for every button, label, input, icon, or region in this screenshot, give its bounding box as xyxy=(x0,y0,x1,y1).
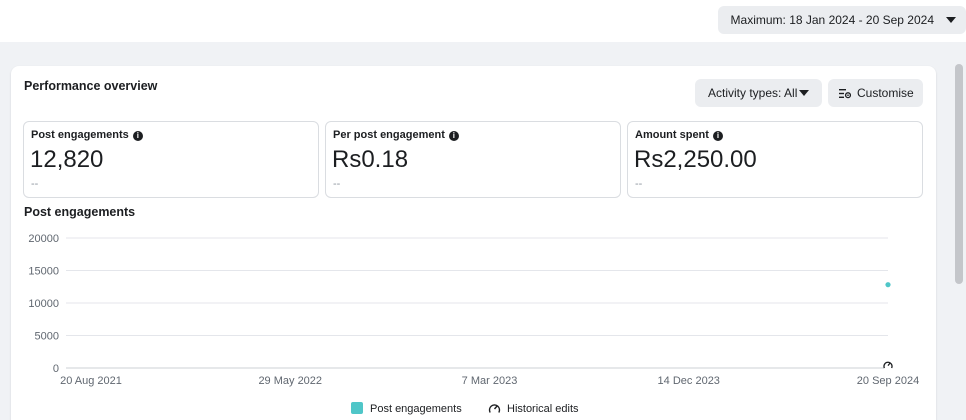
metric-amount-spent[interactable]: Amount spent i Rs2,250.00 -- xyxy=(627,121,923,198)
y-tick-label: 5000 xyxy=(35,331,59,343)
date-range-button[interactable]: Maximum: 18 Jan 2024 - 20 Sep 2024 xyxy=(717,6,966,34)
metric-comparison: -- xyxy=(333,178,341,190)
x-tick-label: 29 May 2022 xyxy=(258,375,322,387)
metric-comparison: -- xyxy=(635,178,643,190)
info-icon[interactable]: i xyxy=(448,131,459,141)
metric-per-post-engagement[interactable]: Per post engagement i Rs0.18 -- xyxy=(325,121,621,198)
activity-types-button[interactable]: Activity types: All xyxy=(695,79,822,107)
chart-title: Post engagements xyxy=(24,205,136,219)
data-point[interactable] xyxy=(885,282,891,288)
historical-edits-icon xyxy=(488,404,501,413)
metric-label: Post engagements xyxy=(31,129,129,141)
activity-types-label: Activity types: All xyxy=(708,86,798,100)
historical-edit-marker[interactable] xyxy=(883,360,893,370)
top-bar: Maximum: 18 Jan 2024 - 20 Sep 2024 xyxy=(0,0,966,42)
x-tick-label: 20 Sep 2024 xyxy=(857,375,919,387)
x-tick-label: 20 Aug 2021 xyxy=(60,375,122,387)
legend-label: Post engagements xyxy=(370,403,462,415)
metric-value: Rs0.18 xyxy=(332,146,409,173)
post-engagements-chart: 0 5000 10000 15000 20000 20 Aug 2021 29 May 20… xyxy=(28,233,919,387)
performance-overview-card: Performance overview Activity types: All… xyxy=(11,66,936,420)
metric-label: Per post engagement xyxy=(333,129,445,141)
legend-swatch xyxy=(351,402,363,414)
date-range-label: Maximum: 18 Jan 2024 - 20 Sep 2024 xyxy=(730,13,934,27)
metric-comparison: -- xyxy=(31,178,39,190)
metric-value: 12,820 xyxy=(30,146,104,173)
info-icon[interactable]: i xyxy=(132,131,143,141)
scrollbar[interactable] xyxy=(952,42,966,420)
card-title: Performance overview xyxy=(24,79,158,93)
y-tick-label: 20000 xyxy=(28,233,59,245)
customise-button[interactable]: Customise xyxy=(828,79,923,107)
caret-down-icon xyxy=(946,17,956,23)
metric-label: Amount spent xyxy=(635,129,709,141)
metric-label-wrap: Per post engagement i xyxy=(333,129,459,141)
scrollbar-thumb[interactable] xyxy=(955,64,963,284)
metric-value: Rs2,250.00 xyxy=(634,146,757,173)
metric-post-engagements[interactable]: Post engagements i 12,820 -- xyxy=(23,121,319,198)
y-tick-label: 10000 xyxy=(28,298,59,310)
legend-label: Historical edits xyxy=(507,403,579,415)
x-tick-label: 14 Dec 2023 xyxy=(658,375,720,387)
y-tick-label: 15000 xyxy=(28,266,59,278)
customise-label: Customise xyxy=(857,86,914,100)
caret-down-icon xyxy=(799,90,809,96)
metric-label-wrap: Post engagements i xyxy=(31,129,143,141)
legend-item-post-engagements[interactable]: Post engagements xyxy=(351,402,462,415)
x-tick-label: 7 Mar 2023 xyxy=(462,375,518,387)
customise-icon xyxy=(839,89,851,99)
info-icon[interactable]: i xyxy=(712,131,723,141)
metric-label-wrap: Amount spent i xyxy=(635,129,723,141)
y-tick-label: 0 xyxy=(53,363,59,375)
legend-item-historical-edits[interactable]: Historical edits xyxy=(488,402,579,415)
